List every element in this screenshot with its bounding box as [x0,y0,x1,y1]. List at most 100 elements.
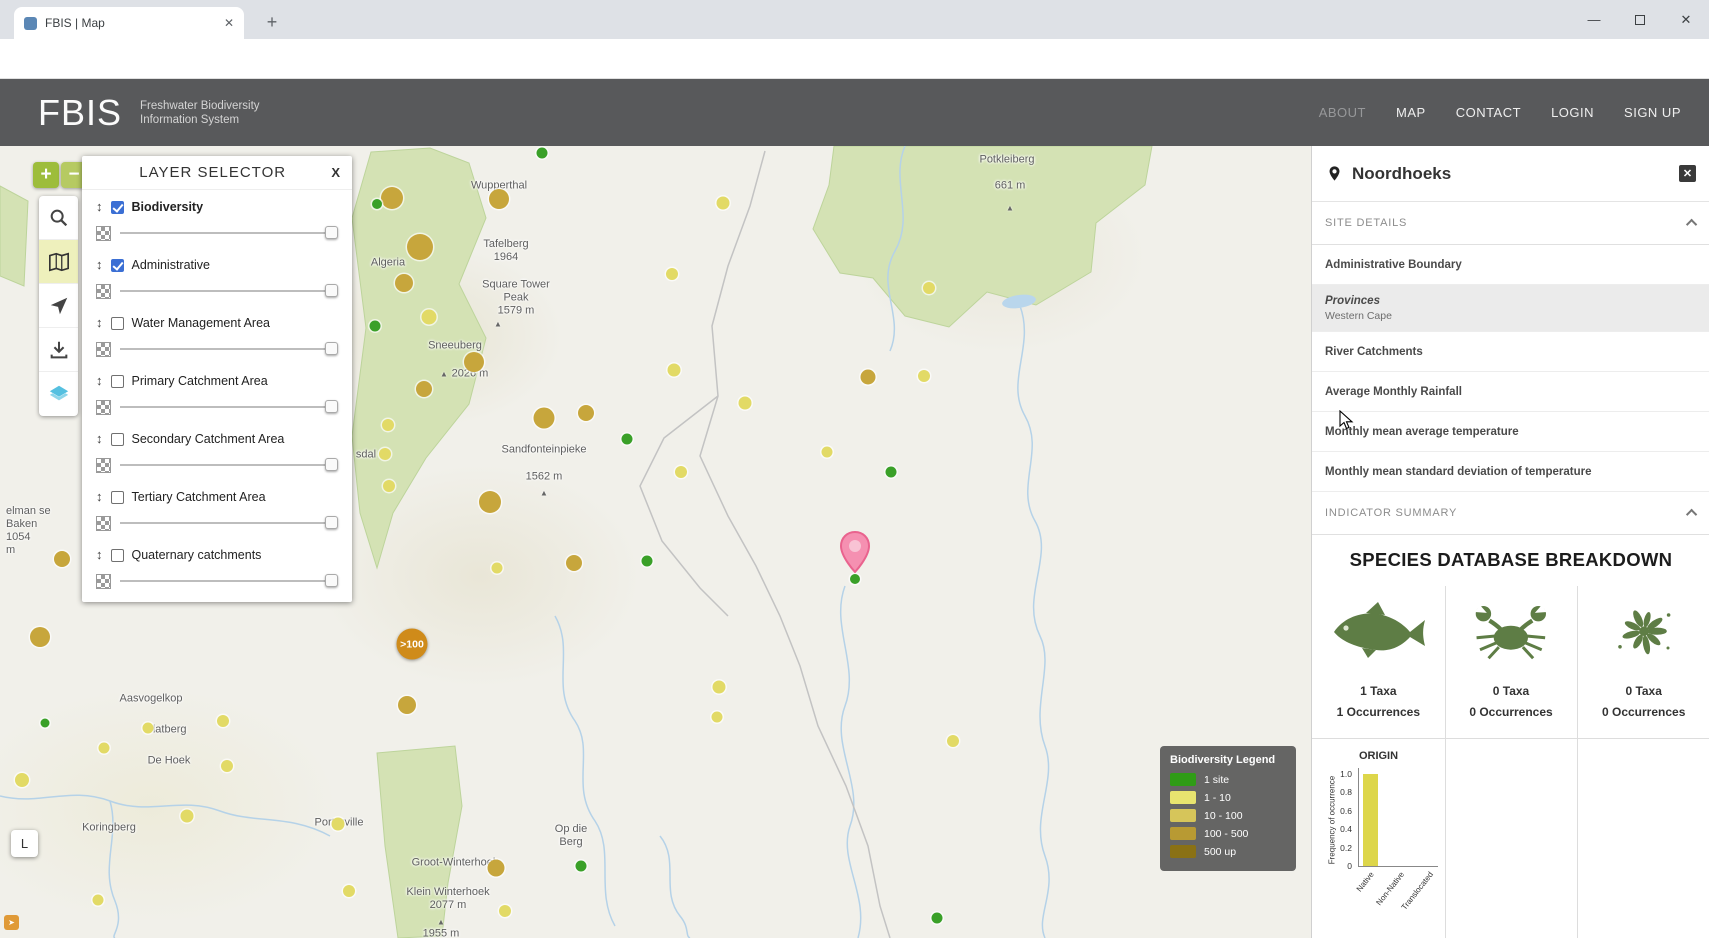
biodiversity-site-dot[interactable] [886,467,897,478]
biodiversity-site-dot[interactable] [332,818,345,831]
biodiversity-site-dot[interactable] [537,148,548,159]
drag-handle-icon[interactable] [96,430,103,448]
biodiversity-site-dot[interactable] [947,735,959,747]
opacity-slider-knob[interactable] [325,516,338,529]
biodiversity-site-dot[interactable] [379,448,391,460]
site-cluster-badge[interactable]: >100 [397,629,428,660]
biodiversity-site-dot[interactable] [407,234,433,260]
biodiversity-site-dot[interactable] [93,895,104,906]
opacity-checker-icon[interactable] [96,226,111,241]
biodiversity-site-dot[interactable] [675,466,687,478]
maximize-icon[interactable] [1617,0,1663,39]
biodiversity-site-dot[interactable] [143,723,154,734]
opacity-checker-icon[interactable] [96,400,111,415]
layer-selector-close-icon[interactable]: X [331,165,340,180]
fbis-logo[interactable]: FBIS [38,92,122,134]
opacity-slider-knob[interactable] [325,400,338,413]
opacity-slider[interactable] [120,464,338,466]
locate-icon[interactable] [39,284,78,328]
layer-checkbox[interactable] [111,549,124,562]
map-corner-control-icon[interactable]: ➤ [4,915,19,930]
selected-site-marker[interactable] [840,531,870,573]
nav-item-sign-up[interactable]: SIGN UP [1624,105,1681,120]
opacity-slider[interactable] [120,290,338,292]
site-detail-row[interactable]: River Catchments [1312,332,1709,372]
biodiversity-site-dot[interactable] [221,760,233,772]
biodiversity-site-dot[interactable] [489,189,509,209]
biodiversity-site-dot[interactable] [739,397,752,410]
layer-checkbox[interactable] [111,317,124,330]
search-icon[interactable] [39,196,78,240]
biodiversity-site-dot[interactable] [923,282,935,294]
biodiversity-site-dot[interactable] [416,381,432,397]
layer-checkbox[interactable] [111,201,124,214]
opacity-slider[interactable] [120,232,338,234]
opacity-slider-knob[interactable] [325,226,338,239]
layer-checkbox[interactable] [111,259,124,272]
opacity-slider[interactable] [120,348,338,350]
biodiversity-site-dot[interactable] [713,681,726,694]
biodiversity-site-dot[interactable] [666,268,678,280]
biodiversity-site-dot[interactable] [395,274,413,292]
biodiversity-site-dot[interactable] [822,447,833,458]
nav-item-contact[interactable]: CONTACT [1456,105,1521,120]
map-icon[interactable] [39,240,78,284]
site-detail-row[interactable]: Administrative Boundary [1312,245,1709,285]
l-control-button[interactable]: L [11,830,38,857]
biodiversity-site-dot[interactable] [642,556,653,567]
site-detail-row[interactable]: Monthly mean standard deviation of tempe… [1312,452,1709,492]
nav-item-about[interactable]: ABOUT [1319,105,1366,120]
site-detail-row[interactable]: Average Monthly Rainfall [1312,372,1709,412]
drag-handle-icon[interactable] [96,314,103,332]
drag-handle-icon[interactable] [96,256,103,274]
new-tab-button[interactable]: + [258,8,286,36]
drag-handle-icon[interactable] [96,198,103,216]
biodiversity-site-dot[interactable] [499,905,511,917]
biodiversity-site-dot[interactable] [343,885,355,897]
drag-handle-icon[interactable] [96,546,103,564]
biodiversity-site-dot[interactable] [918,370,930,382]
site-detail-row[interactable]: Monthly mean average temperature [1312,412,1709,452]
drag-handle-icon[interactable] [96,372,103,390]
close-panel-icon[interactable]: ✕ [1679,165,1696,182]
opacity-slider[interactable] [120,406,338,408]
biodiversity-site-dot[interactable] [576,861,587,872]
biodiversity-site-dot[interactable] [41,719,50,728]
browser-tab[interactable]: FBIS | Map ✕ [14,7,244,39]
biodiversity-site-dot[interactable] [566,555,582,571]
opacity-slider-knob[interactable] [325,574,338,587]
biodiversity-site-dot[interactable] [422,310,437,325]
indicator-summary-section-header[interactable]: INDICATOR SUMMARY [1312,492,1709,535]
site-details-section-header[interactable]: SITE DETAILS [1312,202,1709,245]
biodiversity-site-dot[interactable] [717,197,730,210]
biodiversity-site-dot[interactable] [932,913,943,924]
tab-close-icon[interactable]: ✕ [224,16,234,30]
biodiversity-site-dot[interactable] [712,712,723,723]
biodiversity-site-dot[interactable] [54,551,70,567]
biodiversity-site-dot[interactable] [398,696,416,714]
biodiversity-site-dot[interactable] [15,773,29,787]
biodiversity-site-dot[interactable] [372,199,382,209]
biodiversity-site-dot[interactable] [464,352,484,372]
opacity-slider[interactable] [120,580,338,582]
biodiversity-site-dot[interactable] [99,743,110,754]
opacity-slider-knob[interactable] [325,342,338,355]
biodiversity-site-dot[interactable] [534,408,555,429]
biodiversity-site-dot[interactable] [578,405,594,421]
nav-item-map[interactable]: MAP [1396,105,1426,120]
biodiversity-site-dot[interactable] [217,715,229,727]
biodiversity-site-dot[interactable] [850,574,860,584]
opacity-checker-icon[interactable] [96,516,111,531]
zoom-in-button[interactable]: + [33,162,59,188]
layers-icon[interactable] [39,372,78,416]
opacity-checker-icon[interactable] [96,574,111,589]
download-icon[interactable] [39,328,78,372]
biodiversity-site-dot[interactable] [861,370,876,385]
biodiversity-site-dot[interactable] [181,810,194,823]
layer-checkbox[interactable] [111,433,124,446]
opacity-slider[interactable] [120,522,338,524]
opacity-checker-icon[interactable] [96,284,111,299]
biodiversity-site-dot[interactable] [488,860,505,877]
biodiversity-site-dot[interactable] [30,627,50,647]
biodiversity-site-dot[interactable] [382,419,394,431]
